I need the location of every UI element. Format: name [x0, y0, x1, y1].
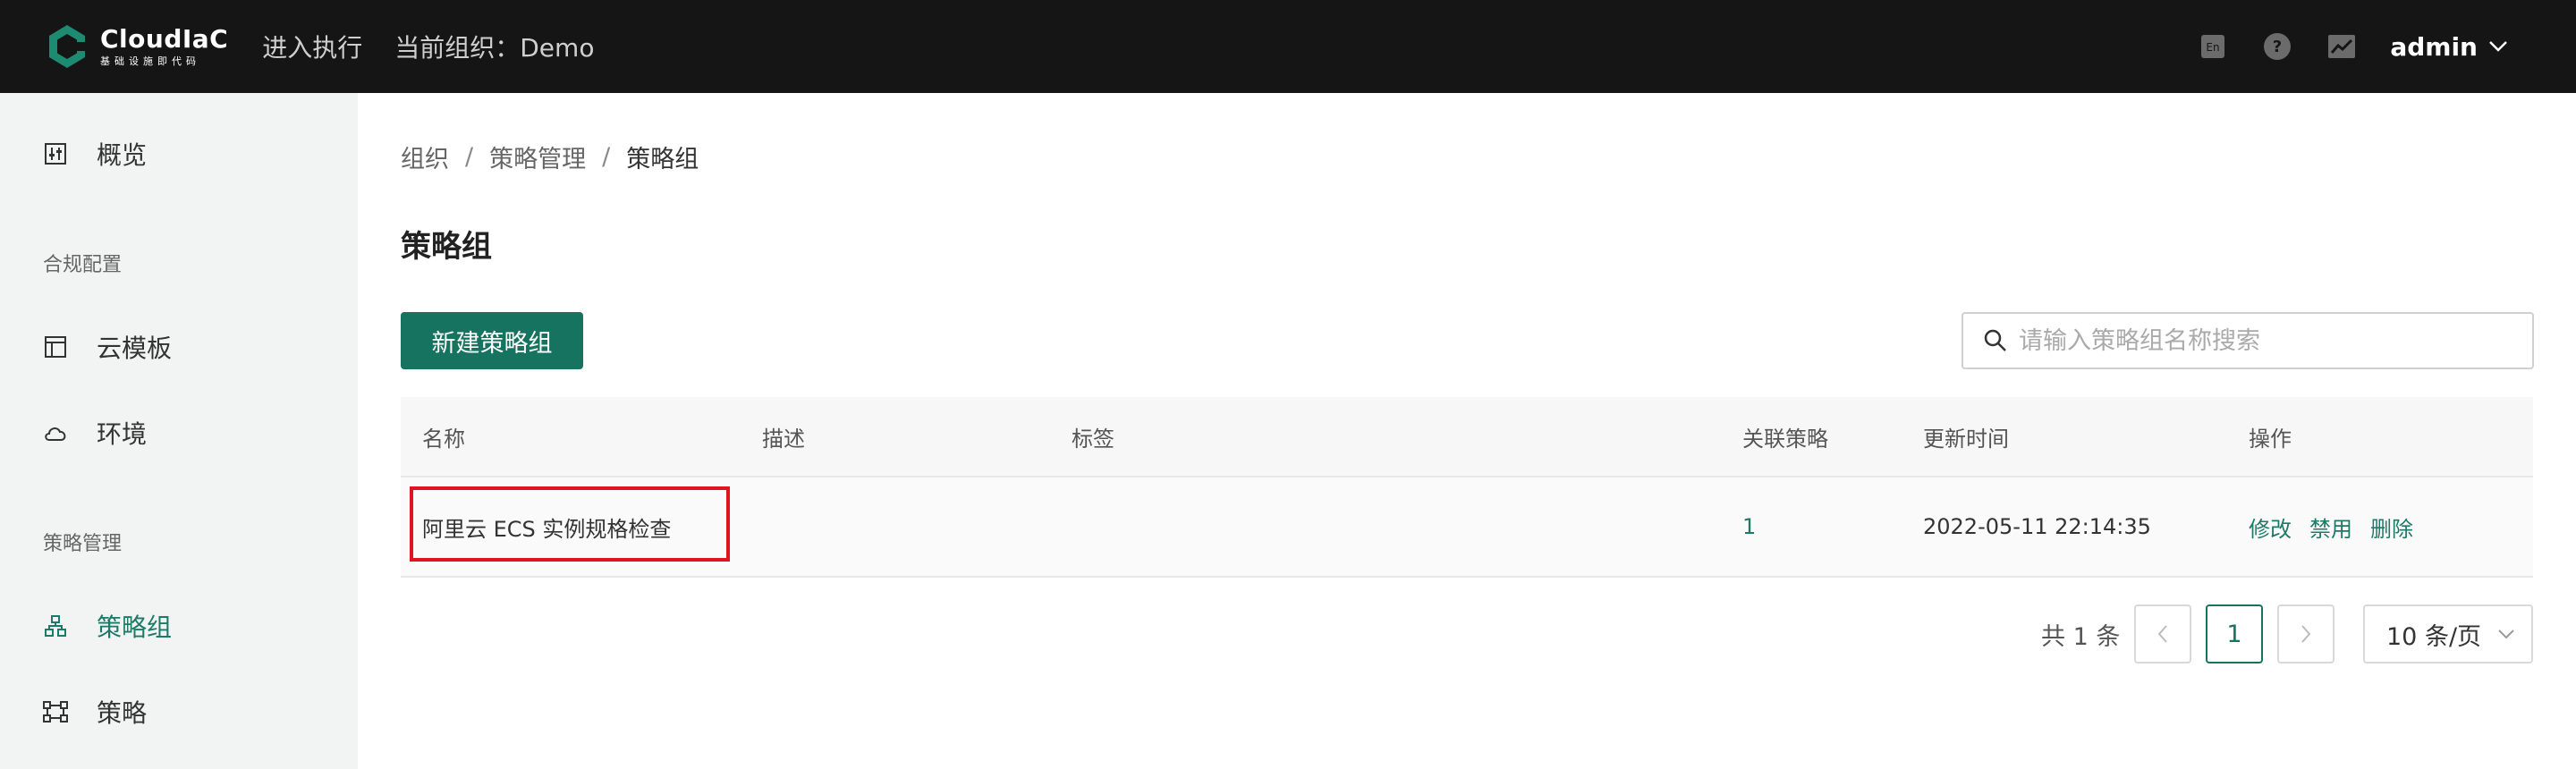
language-icon[interactable]: En — [2199, 32, 2227, 61]
sidebar-item-label: 策略组 — [97, 613, 173, 642]
breadcrumb-current: 策略组 — [626, 146, 699, 173]
svg-text:?: ? — [2273, 38, 2282, 56]
chevron-down-icon — [2498, 630, 2514, 639]
edit-link[interactable]: 修改 — [2249, 511, 2292, 543]
disable-link[interactable]: 禁用 — [2309, 511, 2352, 543]
column-header-description: 描述 — [762, 426, 805, 452]
sidebar-item-cloud-template[interactable]: 云模板 — [0, 320, 358, 374]
sidebar-item-policy[interactable]: 策略 — [0, 685, 358, 739]
chevron-down-icon — [2489, 41, 2507, 52]
sidebar-group-compliance: 合规配置 — [43, 254, 123, 276]
page-size-value: 10 条/页 — [2386, 622, 2482, 651]
monitor-chart-icon[interactable] — [2327, 32, 2356, 61]
logo-subtitle: 基础设施即代码 — [100, 55, 200, 67]
sidebar-item-policy-group[interactable]: 策略组 — [0, 599, 358, 653]
chevron-left-icon — [2157, 625, 2167, 643]
next-page-button[interactable] — [2277, 604, 2334, 663]
page-title: 策略组 — [401, 229, 492, 265]
sidebar-item-label: 云模板 — [97, 334, 173, 363]
column-header-related-policies: 关联策略 — [1742, 426, 1828, 452]
logo-name: CloudIaC — [100, 24, 229, 54]
row-actions: 修改 禁用 删除 — [2249, 477, 2431, 576]
enter-exec-link[interactable]: 进入执行 — [262, 29, 362, 64]
user-name: admin — [2390, 31, 2478, 62]
column-header-tags: 标签 — [1072, 426, 1114, 452]
dashboard-icon — [43, 141, 68, 166]
template-icon — [43, 334, 68, 359]
sidebar-item-environment[interactable]: 环境 — [0, 406, 358, 460]
current-org-selector[interactable]: 当前组织：Demo — [394, 29, 594, 64]
top-header: CloudIaC 基础设施即代码 进入执行 当前组织：Demo En ? adm… — [0, 0, 2576, 93]
sidebar-item-overview[interactable]: 概览 — [0, 127, 358, 181]
policy-icon — [43, 699, 68, 724]
column-header-name: 名称 — [422, 426, 465, 452]
row-name: 阿里云 ECS 实例规格检查 — [410, 477, 730, 576]
chevron-right-icon — [2301, 625, 2311, 643]
delete-link[interactable]: 删除 — [2370, 511, 2413, 543]
pagination-total: 共 1 条 — [2041, 622, 2121, 651]
table-row: 阿里云 ECS 实例规格检查 1 2022-05-11 22:14:35 修改 … — [401, 477, 2533, 578]
pagination: 共 1 条 1 10 条/页 — [358, 604, 2576, 663]
table-header: 名称 描述 标签 关联策略 更新时间 操作 — [401, 397, 2533, 477]
row-updated-at: 2022-05-11 22:14:35 — [1923, 514, 2151, 539]
breadcrumb-separator: / — [602, 143, 611, 171]
sidebar-item-label: 概览 — [97, 140, 148, 170]
sidebar-item-label: 策略 — [97, 698, 148, 728]
cloudiac-logo-icon — [49, 25, 88, 68]
help-icon[interactable]: ? — [2263, 32, 2292, 61]
sidebar-item-label: 环境 — [97, 419, 148, 449]
page-1-button[interactable]: 1 — [2206, 604, 2263, 663]
cloud-icon — [43, 420, 68, 445]
breadcrumb-policy-management[interactable]: 策略管理 — [489, 139, 586, 174]
sidebar-group-policy: 策略管理 — [43, 533, 123, 555]
search-icon — [1984, 329, 2006, 351]
user-menu[interactable]: admin — [2390, 32, 2508, 62]
breadcrumb-separator: / — [465, 143, 474, 171]
logo[interactable]: CloudIaC 基础设施即代码 — [47, 23, 228, 70]
column-header-actions: 操作 — [2249, 426, 2292, 452]
main-content: 组织 / 策略管理 / 策略组 策略组 新建策略组 名称 描述 标签 关联策略 … — [358, 93, 2576, 769]
search-input[interactable] — [2019, 326, 2502, 355]
column-header-updated-at: 更新时间 — [1923, 426, 2009, 452]
breadcrumb-org[interactable]: 组织 — [401, 139, 449, 174]
hierarchy-icon — [43, 613, 68, 638]
breadcrumb: 组织 / 策略管理 / 策略组 — [401, 139, 699, 174]
language-icon-label: En — [2207, 41, 2220, 54]
policy-group-table: 名称 描述 标签 关联策略 更新时间 操作 阿里云 ECS 实例规格检查 1 2… — [401, 397, 2533, 578]
search-box — [1962, 312, 2534, 369]
new-policy-group-button[interactable]: 新建策略组 — [401, 312, 583, 369]
prev-page-button[interactable] — [2134, 604, 2191, 663]
sidebar: 概览 合规配置 云模板 环境 策略管理 策略组 策略 — [0, 93, 358, 769]
row-related-policies-link[interactable]: 1 — [1742, 477, 1756, 576]
row-name-text: 阿里云 ECS 实例规格检查 — [422, 516, 672, 542]
page-size-select[interactable]: 10 条/页 — [2363, 604, 2533, 663]
